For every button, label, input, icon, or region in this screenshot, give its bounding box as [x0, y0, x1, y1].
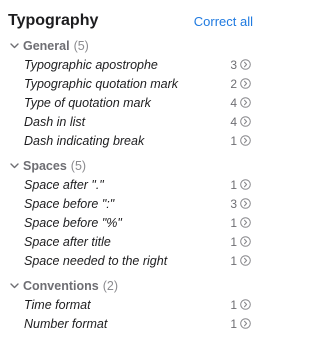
group-name: General	[23, 38, 70, 53]
item-count: 1	[230, 297, 237, 312]
circled-arrow-right-icon[interactable]	[240, 78, 251, 89]
item-label: Space after title	[24, 234, 111, 249]
list-item[interactable]: Space after "." 1	[0, 175, 267, 194]
group-name: Conventions	[23, 278, 99, 293]
circled-arrow-right-icon[interactable]	[240, 179, 251, 190]
item-count: 3	[230, 196, 237, 211]
item-count: 1	[230, 253, 237, 268]
item-count: 1	[230, 133, 237, 148]
circled-arrow-right-icon[interactable]	[240, 255, 251, 266]
item-count: 2	[230, 76, 237, 91]
chevron-down-icon	[8, 160, 20, 172]
item-label: Space after "."	[24, 177, 104, 192]
item-count: 1	[230, 215, 237, 230]
list-item[interactable]: Space after title 1	[0, 232, 267, 251]
item-label: Space before ":"	[24, 196, 115, 211]
circled-arrow-right-icon[interactable]	[240, 97, 251, 108]
correct-all-button[interactable]: Correct all	[194, 14, 253, 29]
issue-groups: General (5) Typographic apostrophe 3 Typ…	[0, 36, 267, 333]
item-label: Time format	[24, 297, 91, 312]
group-name: Spaces	[23, 158, 67, 173]
item-count: 4	[230, 95, 237, 110]
list-item[interactable]: Time format 1	[0, 295, 267, 314]
item-count: 1	[230, 316, 237, 331]
group-header-conventions[interactable]: Conventions (2)	[0, 276, 267, 295]
item-count: 1	[230, 177, 237, 192]
item-label: Dash indicating break	[24, 133, 145, 148]
circled-arrow-right-icon[interactable]	[240, 236, 251, 247]
chevron-down-icon	[8, 40, 20, 52]
item-label: Number format	[24, 316, 108, 331]
list-item[interactable]: Type of quotation mark 4	[0, 93, 267, 112]
panel-title: Typography	[8, 12, 99, 29]
item-label: Space before "%"	[24, 215, 122, 230]
group-header-general[interactable]: General (5)	[0, 36, 267, 55]
circled-arrow-right-icon[interactable]	[240, 318, 251, 329]
list-item[interactable]: Dash in list 4	[0, 112, 267, 131]
list-item[interactable]: Dash indicating break 1	[0, 131, 267, 150]
item-count: 4	[230, 114, 237, 129]
list-item[interactable]: Typographic apostrophe 3	[0, 55, 267, 74]
panel-header: Typography Correct all	[8, 9, 253, 33]
circled-arrow-right-icon[interactable]	[240, 135, 251, 146]
circled-arrow-right-icon[interactable]	[240, 217, 251, 228]
circled-arrow-right-icon[interactable]	[240, 116, 251, 127]
item-label: Typographic quotation mark	[24, 76, 179, 91]
group-header-spaces[interactable]: Spaces (5)	[0, 156, 267, 175]
item-label: Type of quotation mark	[24, 95, 151, 110]
item-count: 1	[230, 234, 237, 249]
item-label: Dash in list	[24, 114, 86, 129]
typography-panel: Typography Correct all General (5) Typog…	[0, 0, 267, 341]
group-count: (2)	[102, 278, 118, 293]
circled-arrow-right-icon[interactable]	[240, 299, 251, 310]
item-label: Typographic apostrophe	[24, 57, 158, 72]
group-count: (5)	[70, 158, 87, 173]
list-item[interactable]: Space before ":" 3	[0, 194, 267, 213]
list-item[interactable]: Space before "%" 1	[0, 213, 267, 232]
chevron-down-icon	[8, 280, 20, 292]
item-count: 3	[230, 57, 237, 72]
list-item[interactable]: Typographic quotation mark 2	[0, 74, 267, 93]
circled-arrow-right-icon[interactable]	[240, 59, 251, 70]
item-label: Space needed to the right	[24, 253, 168, 268]
group-count: (5)	[73, 38, 89, 53]
list-item[interactable]: Space needed to the right 1	[0, 251, 267, 270]
list-item[interactable]: Number format 1	[0, 314, 267, 333]
circled-arrow-right-icon[interactable]	[240, 198, 251, 209]
